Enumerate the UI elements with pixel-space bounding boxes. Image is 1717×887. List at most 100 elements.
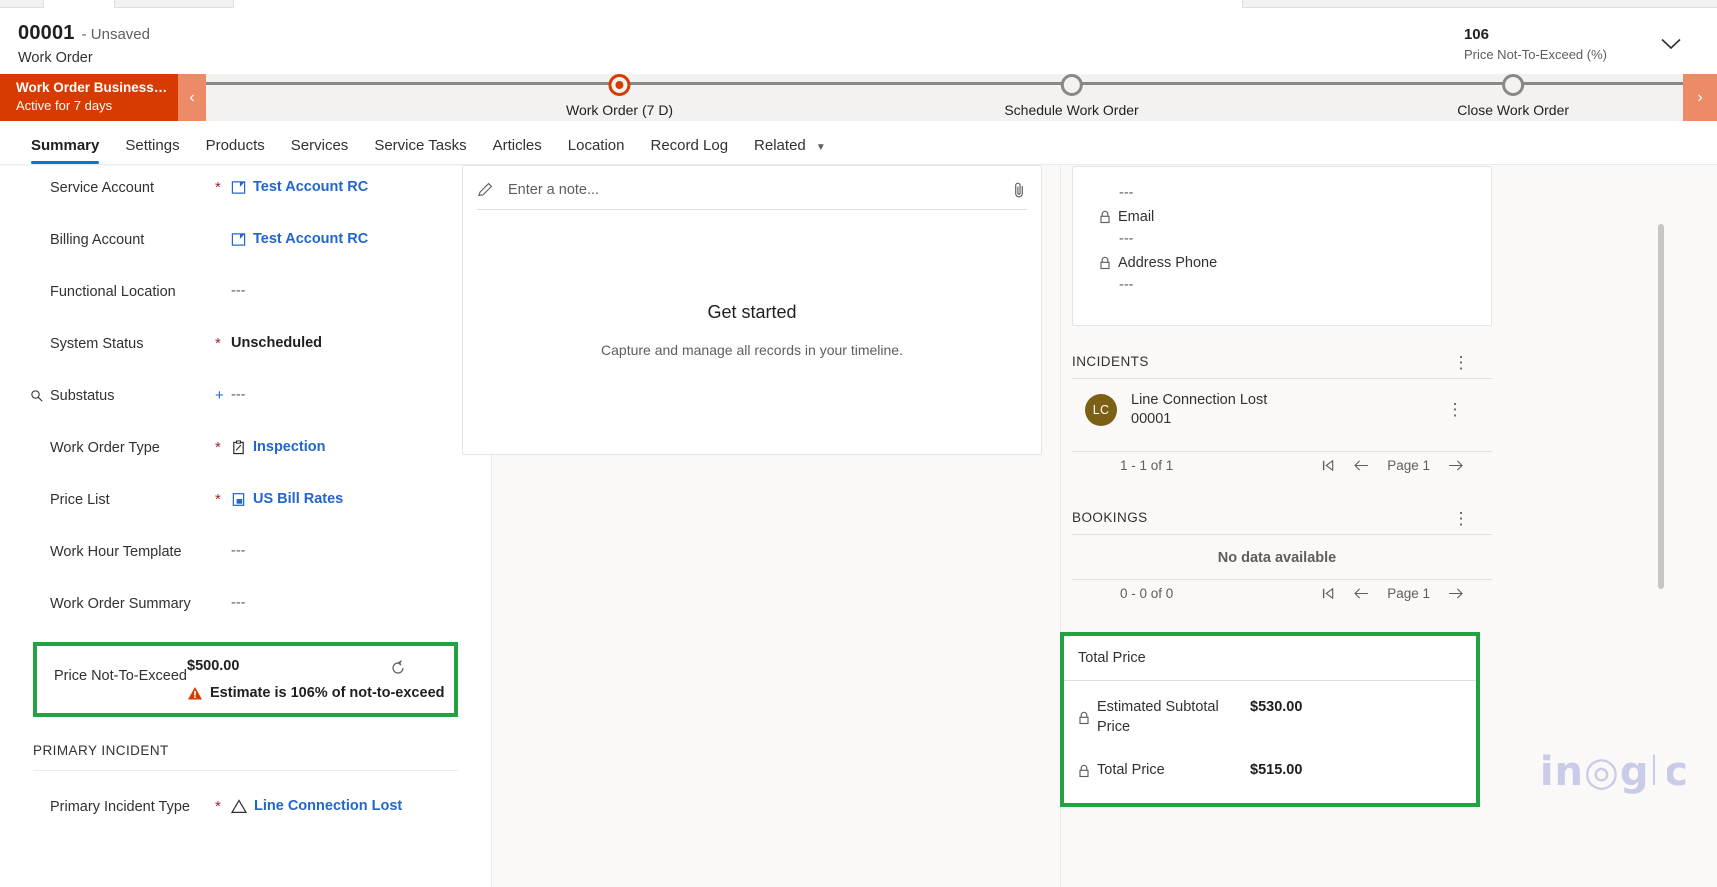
- chrome-tab-stub-1: [43, 0, 115, 8]
- right-panel-scrollbar-thumb[interactable]: [1658, 224, 1664, 589]
- field-label: Billing Account: [50, 232, 145, 248]
- field-primary-incident-type[interactable]: Primary Incident Type * Line Connection …: [0, 785, 491, 837]
- app-root: 00001 - Unsaved Work Order 106 Price Not…: [0, 0, 1717, 887]
- tab-record-log[interactable]: Record Log: [637, 137, 741, 164]
- tab-related[interactable]: Related ▼: [741, 137, 839, 164]
- bpf-stage-schedule-work-order[interactable]: Schedule Work Order: [1004, 74, 1139, 118]
- tab-label: Settings: [125, 137, 180, 154]
- header-field-price-not-to-exceed-pct[interactable]: 106 Price Not-To-Exceed (%): [1464, 26, 1607, 62]
- field-service-account[interactable]: Service Account * Test Account RC: [0, 166, 491, 218]
- total-price-row-label: Estimated Subtotal Price: [1097, 699, 1219, 735]
- tab-label: Location: [567, 137, 625, 154]
- incident-number: 00001: [1131, 411, 1172, 427]
- field-functional-location[interactable]: Functional Location ---: [0, 270, 491, 322]
- required-marker: [215, 582, 231, 595]
- field-value-link[interactable]: US Bill Rates: [253, 491, 343, 507]
- bpf-stage-node-icon: [1060, 74, 1083, 96]
- arrow-left-icon[interactable]: [1353, 587, 1370, 600]
- field-work-order-type[interactable]: Work Order Type * Inspection: [0, 426, 491, 478]
- chrome-tab-stub-2: [233, 0, 1243, 8]
- field-label: Primary Incident Type: [50, 799, 190, 815]
- paperclip-icon[interactable]: [1011, 181, 1027, 199]
- field-system-status[interactable]: System Status * Unscheduled: [0, 322, 491, 374]
- bookings-pager: 0 - 0 of 0 Page 1: [1072, 586, 1482, 601]
- timeline-card: Enter a note... Get started Capture and …: [462, 165, 1042, 455]
- tab-label: Service Tasks: [374, 137, 467, 154]
- header-field-value: 106: [1463, 26, 1489, 43]
- timeline-empty-state: Get started Capture and manage all recor…: [463, 302, 1041, 358]
- chevron-right-icon[interactable]: ›: [1683, 74, 1717, 121]
- tab-label: Articles: [492, 137, 542, 154]
- field-value-link[interactable]: Test Account RC: [253, 179, 368, 195]
- tab-service-tasks[interactable]: Service Tasks: [361, 137, 479, 164]
- incidents-divider: [1072, 378, 1492, 379]
- arrow-right-icon[interactable]: [1447, 459, 1464, 472]
- bookings-more-vertical-icon[interactable]: ⋮: [1450, 507, 1472, 529]
- bpf-process-name: Work Order Business Pro...: [16, 80, 168, 95]
- field-label: Price List: [50, 492, 110, 508]
- field-value-link[interactable]: Line Connection Lost: [254, 798, 402, 814]
- bpf-stage-label: Schedule Work Order: [1004, 102, 1139, 118]
- refresh-icon[interactable]: [390, 660, 406, 676]
- chevron-down-icon: ▼: [815, 142, 826, 153]
- field-substatus[interactable]: Substatus + ---: [0, 374, 491, 426]
- required-marker: *: [215, 439, 221, 456]
- field-work-hour-template[interactable]: Work Hour Template ---: [0, 530, 491, 582]
- price-not-to-exceed-value[interactable]: $500.00: [187, 658, 454, 674]
- field-value: Unscheduled: [231, 335, 323, 351]
- tab-services[interactable]: Services: [278, 137, 362, 164]
- bookings-record-count: 0 - 0 of 0: [1120, 586, 1174, 601]
- field-value-link[interactable]: Test Account RC: [253, 231, 368, 247]
- required-marker: *: [215, 179, 221, 196]
- contact-value: ---: [1119, 231, 1134, 247]
- bpf-stage-close-work-order[interactable]: Close Work Order: [1457, 74, 1569, 118]
- page-first-icon[interactable]: [1321, 587, 1336, 600]
- required-marker: [215, 530, 231, 543]
- timeline-empty-title: Get started: [707, 302, 797, 322]
- page-first-icon[interactable]: [1321, 459, 1336, 472]
- contact-label: Email: [1118, 209, 1155, 225]
- contact-info-card: --- Email --- Address Phone ---: [1072, 166, 1492, 326]
- arrow-right-icon[interactable]: [1447, 587, 1464, 600]
- tab-location[interactable]: Location: [555, 137, 638, 164]
- record-title-block: 00001 - Unsaved Work Order: [18, 22, 150, 66]
- lock-icon: [1078, 698, 1090, 737]
- bookings-divider: [1072, 534, 1492, 535]
- arrow-left-icon[interactable]: [1353, 459, 1370, 472]
- field-value: ---: [231, 543, 246, 559]
- tab-summary[interactable]: Summary: [18, 137, 112, 164]
- chevron-left-icon[interactable]: ‹: [178, 74, 206, 121]
- field-label: Work Order Type: [50, 440, 160, 456]
- tab-articles[interactable]: Articles: [480, 137, 555, 164]
- account-icon: [231, 180, 246, 195]
- price-not-to-exceed-label: Price Not-To-Exceed: [54, 668, 187, 684]
- bpf-stage-label: Work Order: [565, 102, 639, 118]
- tab-settings[interactable]: Settings: [112, 137, 192, 164]
- incidents-list-item[interactable]: LC Line Connection Lost 00001: [1085, 392, 1267, 427]
- field-billing-account[interactable]: Billing Account Test Account RC: [0, 218, 491, 270]
- warning-triangle-icon: [187, 686, 203, 701]
- lock-icon: [1099, 256, 1111, 270]
- tab-products[interactable]: Products: [193, 137, 278, 164]
- tab-label: Products: [205, 137, 265, 154]
- window-chrome-strip: [0, 0, 1717, 8]
- field-value-link[interactable]: Inspection: [253, 439, 326, 455]
- field-work-order-summary[interactable]: Work Order Summary ---: [0, 582, 491, 634]
- timeline-note-placeholder[interactable]: Enter a note...: [508, 182, 997, 198]
- chevron-down-icon[interactable]: [1657, 30, 1685, 58]
- record-entity-name: Work Order: [18, 50, 93, 66]
- incidents-more-vertical-icon[interactable]: ⋮: [1450, 351, 1472, 373]
- incident-row-more-vertical-icon[interactable]: ⋮: [1444, 398, 1466, 420]
- total-price-row-value: $530.00: [1250, 699, 1303, 715]
- bpf-name-tag[interactable]: Work Order Business Pro... Active for 7 …: [0, 74, 178, 121]
- bpf-stage-work-order[interactable]: Work Order (7 D): [566, 74, 673, 118]
- total-price-row-total: Total Price $515.00: [1064, 737, 1476, 781]
- contact-row-address-phone: --- Address Phone: [1073, 225, 1491, 271]
- tab-label: Services: [290, 137, 349, 154]
- left-form-column: Service Account * Test Account RC Billin…: [0, 166, 492, 887]
- bpf-stage-node-icon: [608, 74, 631, 96]
- bookings-page-label: Page 1: [1387, 586, 1430, 601]
- right-panel-scrollbar-track[interactable]: [1655, 166, 1667, 887]
- field-price-list[interactable]: Price List * US Bill Rates: [0, 478, 491, 530]
- timeline-note-input-row[interactable]: Enter a note...: [477, 170, 1027, 210]
